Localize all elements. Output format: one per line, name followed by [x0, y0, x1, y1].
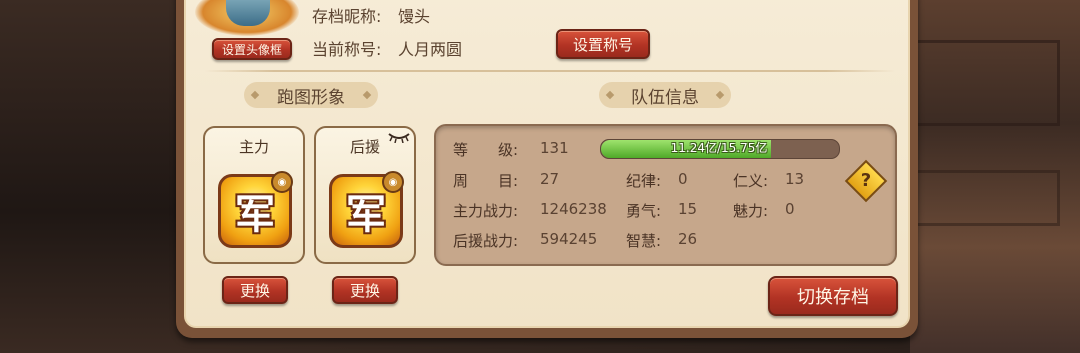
tag-dot-right — [715, 90, 725, 100]
appearance-section-title: 跑图形象 — [277, 87, 345, 108]
benevolence-value: 13 — [785, 170, 805, 188]
courage-label: 勇气: — [626, 202, 662, 220]
emblem-character: 军 — [235, 192, 275, 238]
tag-dot-left — [605, 90, 615, 100]
background-right — [910, 0, 1080, 353]
army-emblem-icon: 军 ◉ — [218, 171, 293, 248]
nickname-value: 馒头 — [398, 7, 431, 26]
divider — [205, 70, 895, 72]
courage-value: 15 — [678, 200, 698, 218]
nickname-label: 存档昵称: — [312, 7, 382, 26]
support-slot[interactable]: 后援 军 ◉ — [314, 126, 416, 264]
set-avatar-frame-button[interactable]: 设置头像框 — [212, 38, 292, 60]
title-label: 当前称号: — [312, 40, 382, 59]
hide-eye-icon[interactable] — [388, 131, 410, 143]
round-label: 周 目: — [453, 172, 519, 190]
team-info-section-title: 队伍信息 — [631, 87, 699, 108]
tag-dot-left — [250, 90, 260, 100]
switch-save-button[interactable]: 切换存档 — [768, 276, 898, 316]
exp-text: 11.24亿/15.75亿 — [670, 141, 768, 155]
army-emblem-icon: 军 ◉ — [329, 171, 404, 248]
emblem-badge-icon: ◉ — [271, 171, 293, 193]
main-power-value: 1246238 — [540, 200, 607, 218]
level-value: 131 — [540, 139, 569, 157]
wisdom-label: 智慧: — [626, 232, 662, 250]
help-question-mark[interactable]: ? — [851, 166, 881, 196]
benevolence-label: 仁义: — [733, 172, 769, 190]
team-info-section-header: 队伍信息 — [599, 82, 731, 108]
emblem-character: 军 — [346, 192, 386, 238]
slot-title: 主力 — [238, 138, 269, 156]
emblem-badge-icon: ◉ — [382, 171, 404, 193]
discipline-label: 纪律: — [626, 172, 662, 190]
appearance-section-header: 跑图形象 — [244, 82, 378, 108]
change-support-button[interactable]: 更换 — [332, 276, 398, 304]
tag-dot-right — [362, 90, 372, 100]
discipline-value: 0 — [678, 170, 688, 188]
main-force-slot[interactable]: 主力 军 ◉ — [203, 126, 305, 264]
wisdom-value: 26 — [678, 230, 698, 248]
background-left — [0, 0, 180, 353]
support-power-label: 后援战力: — [453, 232, 519, 250]
charm-value: 0 — [785, 200, 795, 218]
round-value: 27 — [540, 170, 560, 188]
title-value: 人月两圆 — [398, 40, 463, 59]
main-power-label: 主力战力: — [453, 202, 519, 220]
charm-label: 魅力: — [733, 202, 769, 220]
background-shelf — [914, 40, 1060, 126]
set-title-button[interactable]: 设置称号 — [556, 29, 650, 59]
background-shelf-lower — [914, 170, 1060, 226]
change-main-button[interactable]: 更换 — [222, 276, 288, 304]
support-power-value: 594245 — [540, 230, 598, 248]
level-label: 等 级: — [453, 141, 519, 159]
